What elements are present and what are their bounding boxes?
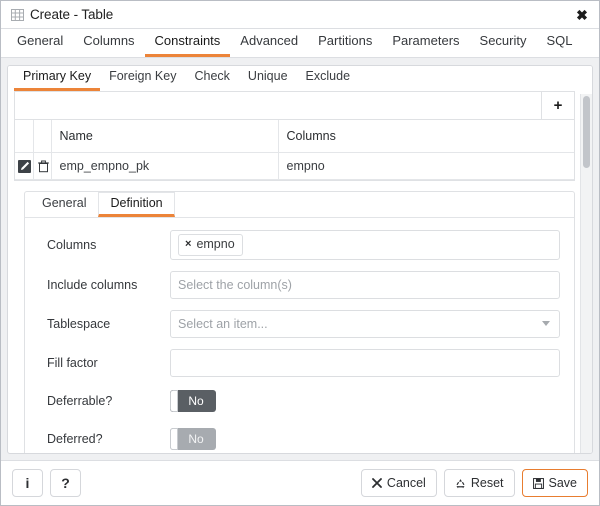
floppy-disk-icon [532, 477, 544, 489]
toggle-knob [170, 428, 178, 450]
detail-tab-general[interactable]: General [30, 191, 99, 217]
info-button[interactable]: i [12, 469, 43, 497]
row-fill-factor-field: Fill factor [39, 348, 560, 377]
cancel-button[interactable]: Cancel [360, 469, 437, 497]
primary-key-grid: + Name Columns emp_empno_pk empno [14, 91, 575, 181]
constraint-tab-bar: Primary Key Foreign Key Check Unique Exc… [8, 66, 592, 91]
detail-tab-definition[interactable]: Definition [98, 191, 175, 217]
row-columns: empno [278, 152, 574, 180]
tablespace-value: Select an item... [178, 316, 268, 331]
chevron-down-icon[interactable] [542, 321, 550, 326]
trash-icon[interactable] [37, 160, 50, 173]
header-name: Name [51, 120, 279, 153]
label-tablespace: Tablespace [47, 316, 111, 331]
include-columns-input[interactable]: Select the column(s) [170, 270, 560, 299]
footer-left-actions: i ? [12, 469, 81, 497]
close-icon[interactable]: ✖ [574, 7, 590, 23]
label-deferrable: Deferrable? [47, 394, 113, 408]
subtab-unique[interactable]: Unique [239, 67, 297, 91]
scrollbar-thumb[interactable] [583, 96, 590, 168]
subtab-foreign-key[interactable]: Foreign Key [100, 67, 185, 91]
row-name: emp_empno_pk [51, 152, 279, 180]
label-columns: Columns [47, 237, 97, 252]
row-columns-field: Columns × empno [39, 229, 560, 260]
help-button[interactable]: ? [50, 469, 81, 497]
deferrable-toggle[interactable]: No [170, 390, 216, 412]
header-delete [33, 120, 52, 153]
subtab-primary-key[interactable]: Primary Key [14, 67, 101, 91]
deferred-toggle-label: No [188, 432, 204, 446]
constraint-detail-panel: General Definition Columns × empno Inclu… [24, 190, 575, 454]
row-include-columns-field: Include columns Select the column(s) [39, 270, 560, 299]
header-edit [15, 120, 34, 153]
add-row-button[interactable]: + [541, 92, 574, 119]
toggle-knob [170, 390, 178, 412]
fill-factor-input[interactable] [170, 348, 560, 377]
header-columns: Columns [278, 120, 574, 153]
columns-input[interactable]: × empno [170, 229, 560, 260]
dialog-content: Primary Key Foreign Key Check Unique Exc… [1, 58, 599, 460]
row-edit-cell [15, 152, 34, 180]
row-deferred-field: Deferred? No [39, 426, 560, 453]
table-header-row: Name Columns [15, 120, 574, 153]
tab-advanced[interactable]: Advanced [230, 29, 308, 57]
save-label: Save [548, 475, 578, 490]
create-table-dialog: Create - Table ✖ General Columns Constra… [0, 0, 600, 506]
dialog-footer: i ? Cancel Reset Save [1, 460, 599, 505]
subtab-check[interactable]: Check [185, 67, 238, 91]
edit-icon[interactable] [18, 159, 31, 173]
constraints-table: Name Columns emp_empno_pk empno [15, 120, 574, 180]
deferred-toggle: No [170, 428, 216, 450]
recycle-icon [455, 478, 466, 489]
tab-security[interactable]: Security [470, 29, 537, 57]
tab-general[interactable]: General [7, 29, 73, 57]
chip-remove-icon[interactable]: × [185, 237, 191, 252]
column-chip-empno[interactable]: × empno [178, 233, 243, 256]
constraints-panel: Primary Key Foreign Key Check Unique Exc… [7, 65, 593, 454]
reset-label: Reset [470, 475, 504, 490]
label-fill-factor: Fill factor [47, 355, 98, 370]
row-delete-cell [33, 152, 52, 180]
subtab-exclude[interactable]: Exclude [297, 67, 359, 91]
label-deferred: Deferred? [47, 432, 103, 446]
detail-tab-bar: General Definition [25, 191, 574, 218]
tab-sql[interactable]: SQL [537, 29, 583, 57]
tab-columns[interactable]: Columns [73, 29, 144, 57]
save-button[interactable]: Save [521, 469, 588, 497]
tab-constraints[interactable]: Constraints [144, 29, 231, 57]
tab-partitions[interactable]: Partitions [308, 29, 382, 57]
table-row: emp_empno_pk empno [15, 152, 574, 180]
chip-label: empno [196, 236, 235, 251]
panel-scrollbar[interactable] [580, 94, 592, 453]
tab-parameters[interactable]: Parameters [382, 29, 469, 57]
grid-toolbar: + [15, 92, 574, 120]
close-x-icon [372, 478, 382, 488]
row-deferrable-field: Deferrable? No [39, 388, 560, 415]
reset-button[interactable]: Reset [443, 469, 515, 497]
dialog-title: Create - Table [30, 7, 114, 22]
cancel-label: Cancel [386, 475, 426, 490]
dialog-titlebar: Create - Table ✖ [1, 1, 599, 29]
definition-form: Columns × empno Include columns Select t… [25, 218, 574, 454]
tablespace-select[interactable]: Select an item... [170, 309, 560, 338]
label-include-columns: Include columns [47, 277, 138, 292]
deferrable-toggle-label: No [188, 394, 204, 408]
row-tablespace-field: Tablespace Select an item... [39, 309, 560, 338]
main-tab-bar: General Columns Constraints Advanced Par… [1, 29, 599, 58]
footer-right-actions: Cancel Reset Save [360, 469, 588, 497]
table-grid-icon [11, 8, 24, 21]
